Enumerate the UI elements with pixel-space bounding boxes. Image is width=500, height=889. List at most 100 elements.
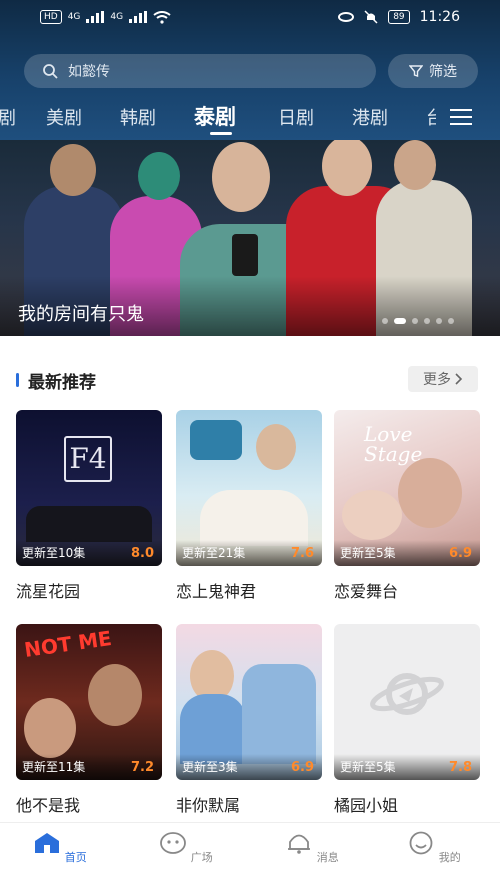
nav-label: 首页 [64, 851, 87, 864]
score-badge: 6.9 [448, 546, 472, 561]
poster-face [24, 698, 76, 758]
show-poster[interactable]: F4 更新至10集 8.0 [16, 410, 162, 566]
filter-icon [409, 65, 423, 77]
show-card[interactable]: 更新至3集 6.9 非你默属 [176, 624, 322, 816]
hd-badge: HD [40, 10, 62, 24]
mute-bell-icon [364, 10, 378, 24]
section-accent-bar [16, 373, 19, 387]
banner-person-head [50, 144, 96, 196]
phone-prop [232, 234, 258, 276]
plaza-icon [160, 832, 187, 854]
eye-icon [338, 12, 355, 22]
nav-plaza[interactable]: 广场 [156, 831, 216, 865]
menu-icon[interactable] [450, 108, 472, 126]
tab-partial-right[interactable]: 台 [426, 104, 436, 130]
episode-badge: 更新至5集 [340, 760, 396, 774]
banner-title: 我的房间有只鬼 [18, 304, 144, 325]
poster-logo [190, 420, 242, 460]
poster-face [256, 424, 296, 470]
show-poster[interactable]: 更新至3集 6.9 [176, 624, 322, 780]
poster-face [398, 458, 462, 528]
poster-group [26, 506, 152, 542]
show-title[interactable]: 橘园小姐 [334, 792, 480, 816]
wifi-icon [153, 10, 171, 24]
search-bar[interactable]: 如懿传 [24, 54, 376, 88]
banner-person-head [212, 142, 270, 212]
category-tabs: 剧 美剧 韩剧 泰剧 日剧 港剧 台 [0, 100, 500, 136]
nav-label: 消息 [316, 851, 339, 864]
show-card[interactable]: Love Stage 更新至5集 6.9 恋爱舞台 [334, 410, 480, 602]
active-tab-indicator [210, 132, 232, 135]
show-card[interactable]: 更新至5集 7.8 橘园小姐 [334, 624, 480, 816]
tab-japanese-drama[interactable]: 日剧 [278, 104, 314, 130]
episode-badge: 更新至5集 [340, 546, 396, 560]
bottom-nav: 首页 广场 消息 我的 [0, 822, 500, 889]
episode-badge: 更新至3集 [182, 760, 238, 774]
pagination-dot-active [394, 318, 406, 324]
nav-messages[interactable]: 消息 [282, 831, 342, 865]
pagination-dot [448, 318, 454, 324]
signal-label-2: 4G [110, 12, 124, 22]
score-badge: 6.9 [290, 760, 314, 775]
show-poster[interactable]: Love Stage 更新至5集 6.9 [334, 410, 480, 566]
show-title[interactable]: 恋爱舞台 [334, 578, 480, 602]
signal-label: 4G [67, 12, 81, 22]
more-button[interactable]: 更多 [408, 366, 478, 392]
poster-face [88, 664, 142, 726]
tab-us-drama[interactable]: 美剧 [46, 104, 82, 130]
home-icon [35, 833, 60, 853]
nav-profile[interactable]: 我的 [404, 831, 464, 865]
poster-logo: NOT ME [22, 625, 114, 663]
score-badge: 7.6 [290, 546, 314, 561]
poster-figure [200, 490, 308, 546]
poster-face [342, 490, 402, 540]
pagination-dot [382, 318, 388, 324]
status-time: 11:26 [419, 9, 460, 25]
poster-group [242, 664, 316, 764]
tab-korean-drama[interactable]: 韩剧 [120, 104, 156, 130]
chevron-right-icon [455, 373, 463, 385]
episode-badge: 更新至21集 [182, 546, 246, 560]
show-title[interactable]: 恋上鬼神君 [176, 578, 322, 602]
show-title[interactable]: 他不是我 [16, 792, 162, 816]
search-placeholder: 如懿传 [68, 64, 110, 80]
nav-home[interactable]: 首页 [30, 831, 90, 865]
pagination-dot [412, 318, 418, 324]
app-header: HD 4G 4G 89 11:26 如懿传 筛选 剧 美剧 韩剧 泰剧 日剧 港… [0, 0, 500, 140]
nav-label: 我的 [438, 851, 461, 864]
signal-icon [86, 11, 105, 23]
section-title: 最新推荐 [28, 373, 96, 393]
banner-person-head [394, 140, 436, 190]
banner-pagination [382, 318, 454, 324]
signal-icon-2 [129, 11, 148, 23]
score-badge: 7.2 [130, 760, 154, 775]
score-badge: 7.8 [448, 760, 472, 775]
filter-label: 筛选 [429, 64, 457, 80]
show-title[interactable]: 非你默属 [176, 792, 322, 816]
episode-badge: 更新至11集 [22, 760, 86, 774]
show-poster[interactable]: 更新至21集 7.6 [176, 410, 322, 566]
tab-partial-left[interactable]: 剧 [0, 104, 16, 130]
tab-hk-drama[interactable]: 港剧 [352, 104, 388, 130]
show-poster[interactable]: NOT ME 更新至11集 7.2 [16, 624, 162, 780]
show-card[interactable]: NOT ME 更新至11集 7.2 他不是我 [16, 624, 162, 816]
episode-badge: 更新至10集 [22, 546, 86, 560]
show-title[interactable]: 流星花园 [16, 578, 162, 602]
show-poster-placeholder[interactable]: 更新至5集 7.8 [334, 624, 480, 780]
show-card[interactable]: F4 更新至10集 8.0 流星花园 [16, 410, 162, 602]
profile-icon [409, 831, 433, 855]
pagination-dot [436, 318, 442, 324]
section-header: 最新推荐 更多 [0, 364, 500, 394]
poster-logo: Love Stage [364, 422, 423, 466]
placeholder-planet-icon [370, 673, 444, 715]
show-card[interactable]: 更新至21集 7.6 恋上鬼神君 [176, 410, 322, 602]
poster-logo: F4 [64, 436, 112, 482]
filter-button[interactable]: 筛选 [388, 54, 478, 88]
pagination-dot [424, 318, 430, 324]
nav-label: 广场 [190, 851, 213, 864]
more-label: 更多 [423, 372, 451, 388]
featured-banner[interactable]: 我的房间有只鬼 [0, 140, 500, 336]
score-badge: 8.0 [130, 546, 154, 561]
battery-indicator: 89 [388, 10, 410, 24]
tab-thai-drama[interactable]: 泰剧 [194, 101, 236, 131]
